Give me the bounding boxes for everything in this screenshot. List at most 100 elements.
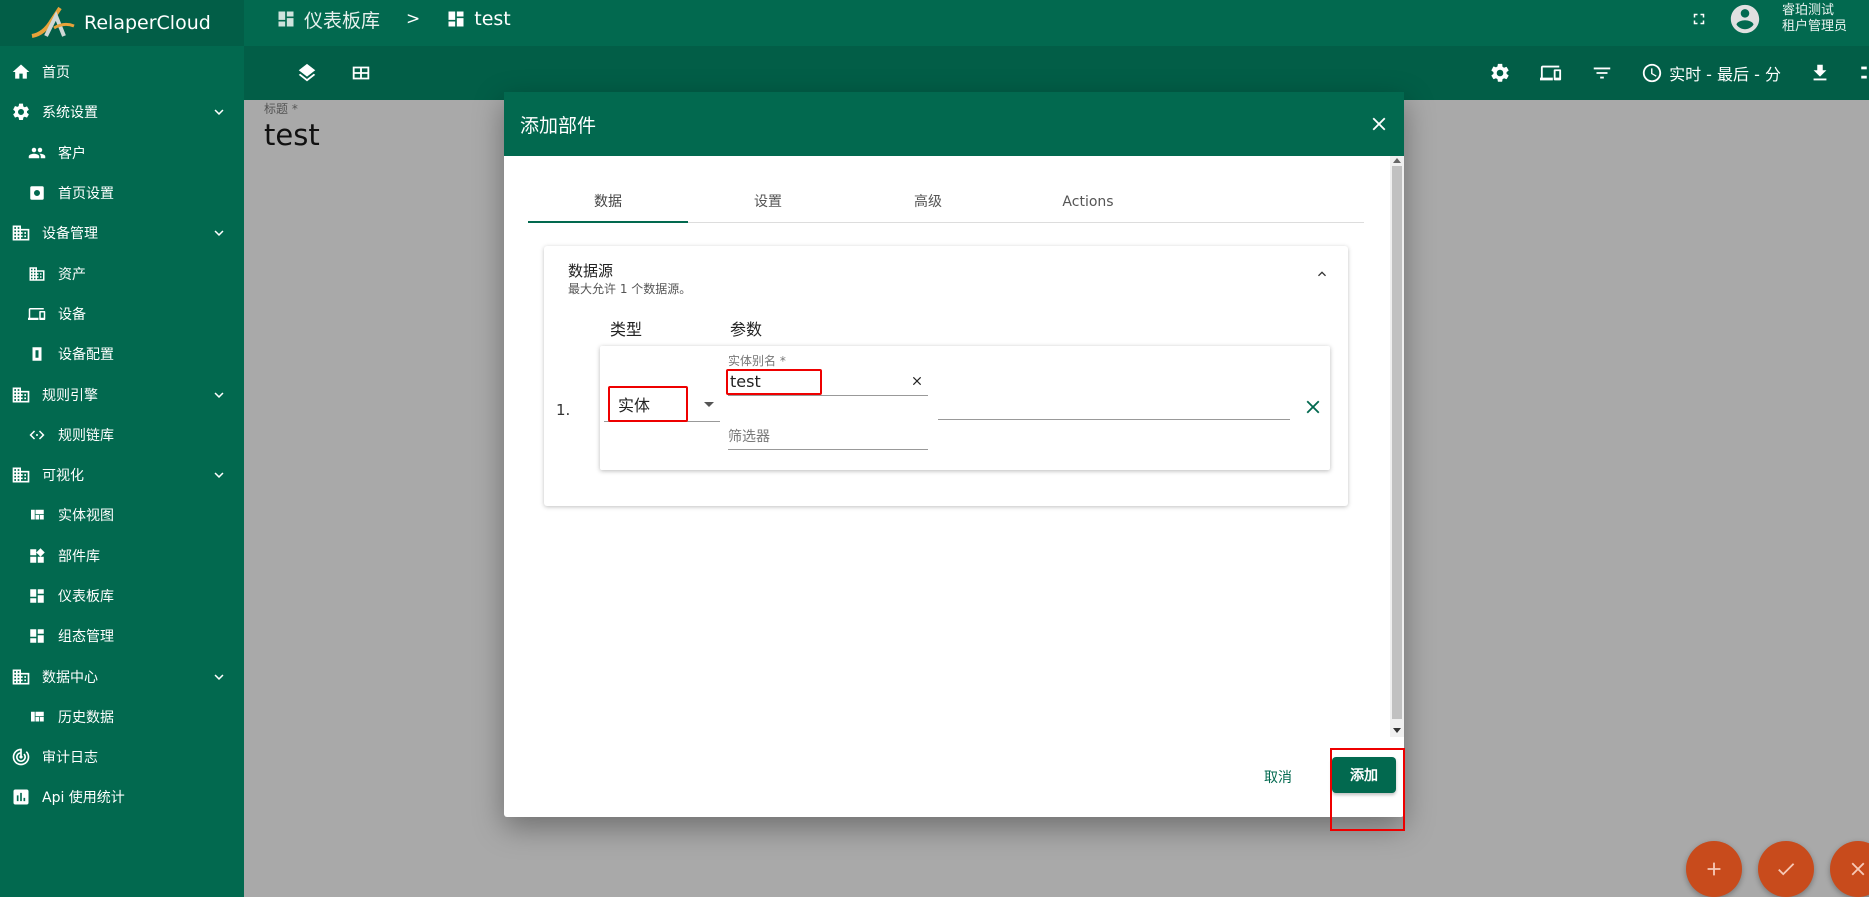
entity-alias-value: test	[726, 369, 822, 395]
user-info[interactable]: 睿珀测试 租户管理员	[1782, 3, 1847, 35]
sidebar-item[interactable]: 设备管理	[0, 213, 244, 253]
sidebar-item-label: 部件库	[58, 548, 100, 565]
building-icon	[10, 666, 32, 688]
building-icon	[10, 222, 32, 244]
datasource-type-select[interactable]: 实体	[604, 386, 720, 422]
sidebar-item-label: 资产	[58, 266, 86, 283]
sidebar-item[interactable]: 设备配置	[0, 334, 244, 374]
sidebar-item-label: 客户	[58, 145, 86, 162]
column-type-header: 类型	[610, 320, 643, 339]
clear-icon[interactable]	[910, 374, 924, 388]
sidebar-item[interactable]: 仪表板库	[0, 576, 244, 616]
logo[interactable]: RelaperCloud	[0, 0, 244, 46]
devices-icon[interactable]	[1539, 62, 1563, 84]
sidebar-item[interactable]: 审计日志	[0, 737, 244, 777]
download-icon[interactable]	[1809, 62, 1831, 84]
scroll-down-icon[interactable]	[1393, 728, 1401, 733]
layers-icon[interactable]	[296, 62, 318, 84]
breadcrumb-item-current: test	[446, 8, 511, 30]
sidebar-item[interactable]: 系统设置	[0, 92, 244, 132]
dialog-scrollbar[interactable]	[1390, 156, 1404, 737]
device-profile-icon	[26, 343, 48, 365]
settings-icon[interactable]	[1489, 62, 1511, 84]
highlight-frame	[1330, 748, 1405, 831]
sidebar-item-label: 可视化	[42, 468, 84, 485]
dashboard-title-label: 标题 *	[264, 102, 298, 116]
sidebar-item[interactable]: 数据中心	[0, 656, 244, 696]
insert-chart-icon	[10, 786, 32, 808]
chevron-down-icon[interactable]	[210, 103, 228, 121]
chevron-down-icon[interactable]	[210, 466, 228, 484]
entity-alias-input[interactable]: test	[726, 366, 928, 396]
sidebar-item-label: 仪表板库	[58, 589, 114, 605]
check-icon	[1778, 863, 1795, 876]
filter-input[interactable]: 筛选器	[728, 422, 928, 450]
user-role: 租户管理员	[1781, 19, 1847, 34]
sidebar-item[interactable]: 规则链库	[0, 415, 244, 455]
sidebar-item[interactable]: 设备	[0, 294, 244, 334]
chevron-down-icon[interactable]	[210, 224, 228, 242]
close-icon[interactable]	[1368, 113, 1390, 135]
sidebar-item[interactable]: 客户	[0, 133, 244, 173]
remove-datasource-icon[interactable]	[1302, 396, 1324, 418]
dashboard-title[interactable]: test	[264, 118, 320, 152]
building-icon	[10, 384, 32, 406]
fullscreen-icon[interactable]	[1690, 10, 1708, 28]
tab-actions[interactable]: Actions	[1008, 181, 1168, 222]
sidebar-item-label: 组态管理	[58, 629, 114, 646]
sidebar-item[interactable]: 历史数据	[0, 697, 244, 737]
sidebar-item-label: 首页设置	[58, 186, 114, 203]
sidebar-item-label: 历史数据	[58, 709, 114, 726]
sidebar-item[interactable]: 规则引擎	[0, 374, 244, 414]
sidebar-item-label: 数据中心	[42, 669, 98, 686]
chevron-down-icon[interactable]	[210, 668, 228, 686]
time-window-label: 实时 - 最后 - 分	[1669, 65, 1781, 84]
breadcrumb-item-dashboards[interactable]: 仪表板库	[276, 6, 380, 33]
sidebar-item[interactable]: 资产	[0, 253, 244, 293]
tab-data[interactable]: 数据	[528, 181, 688, 223]
apply-fab[interactable]	[1758, 841, 1814, 897]
sidebar-item[interactable]: 首页	[0, 52, 244, 92]
more-icon[interactable]	[1859, 62, 1869, 84]
breadcrumb: 仪表板库 > test	[276, 0, 511, 38]
close-icon	[1851, 862, 1865, 876]
sidebar-item-label: Api 使用统计	[42, 790, 125, 807]
breadcrumb-label: 仪表板库	[304, 9, 381, 32]
plus-icon	[1707, 862, 1721, 876]
sidebar-item-label: 审计日志	[42, 750, 98, 767]
breadcrumb-label: test	[474, 8, 511, 30]
building-icon	[10, 464, 32, 486]
dialog-footer: 取消 添加	[504, 737, 1404, 817]
tab-advanced[interactable]: 高级	[848, 181, 1008, 222]
scroll-thumb[interactable]	[1392, 166, 1402, 719]
sidebar-item[interactable]: 实体视图	[0, 495, 244, 535]
devices-icon	[26, 303, 48, 325]
layout-icon[interactable]	[350, 62, 372, 84]
account-icon[interactable]	[1728, 2, 1762, 36]
dashboard-icon	[26, 585, 48, 607]
user-name: 睿珀测试	[1781, 3, 1834, 18]
user-area: 睿珀测试 租户管理员	[1690, 0, 1847, 38]
code-arrows-icon	[26, 424, 48, 446]
sidebar-item-label: 设备配置	[58, 347, 114, 364]
filter-icon[interactable]	[1591, 62, 1613, 84]
sidebar: RelaperCloud 首页系统设置客户首页设置设备管理资产设备设备配置规则引…	[0, 0, 244, 897]
time-window-button[interactable]: 实时 - 最后 - 分	[1641, 61, 1781, 85]
filter-placeholder: 筛选器	[728, 429, 770, 445]
chevron-up-icon[interactable]	[1314, 266, 1330, 282]
sidebar-item[interactable]: 部件库	[0, 536, 244, 576]
datasource-title: 数据源	[568, 262, 614, 280]
chevron-down-icon[interactable]	[210, 386, 228, 404]
tab-settings[interactable]: 设置	[688, 181, 848, 222]
datakeys-input[interactable]	[938, 388, 1290, 420]
add-widget-fab[interactable]	[1686, 841, 1742, 897]
sidebar-item-label: 首页	[42, 65, 70, 82]
sidebar-item[interactable]: 组态管理	[0, 616, 244, 656]
sidebar-item[interactable]: 首页设置	[0, 173, 244, 213]
sidebar-item-label: 系统设置	[42, 105, 98, 122]
cancel-button[interactable]: 取消	[1252, 759, 1304, 795]
scroll-up-icon[interactable]	[1393, 158, 1401, 163]
sidebar-item[interactable]: 可视化	[0, 455, 244, 495]
datasource-row-index: 1.	[556, 401, 571, 419]
sidebar-item[interactable]: Api 使用统计	[0, 777, 244, 817]
